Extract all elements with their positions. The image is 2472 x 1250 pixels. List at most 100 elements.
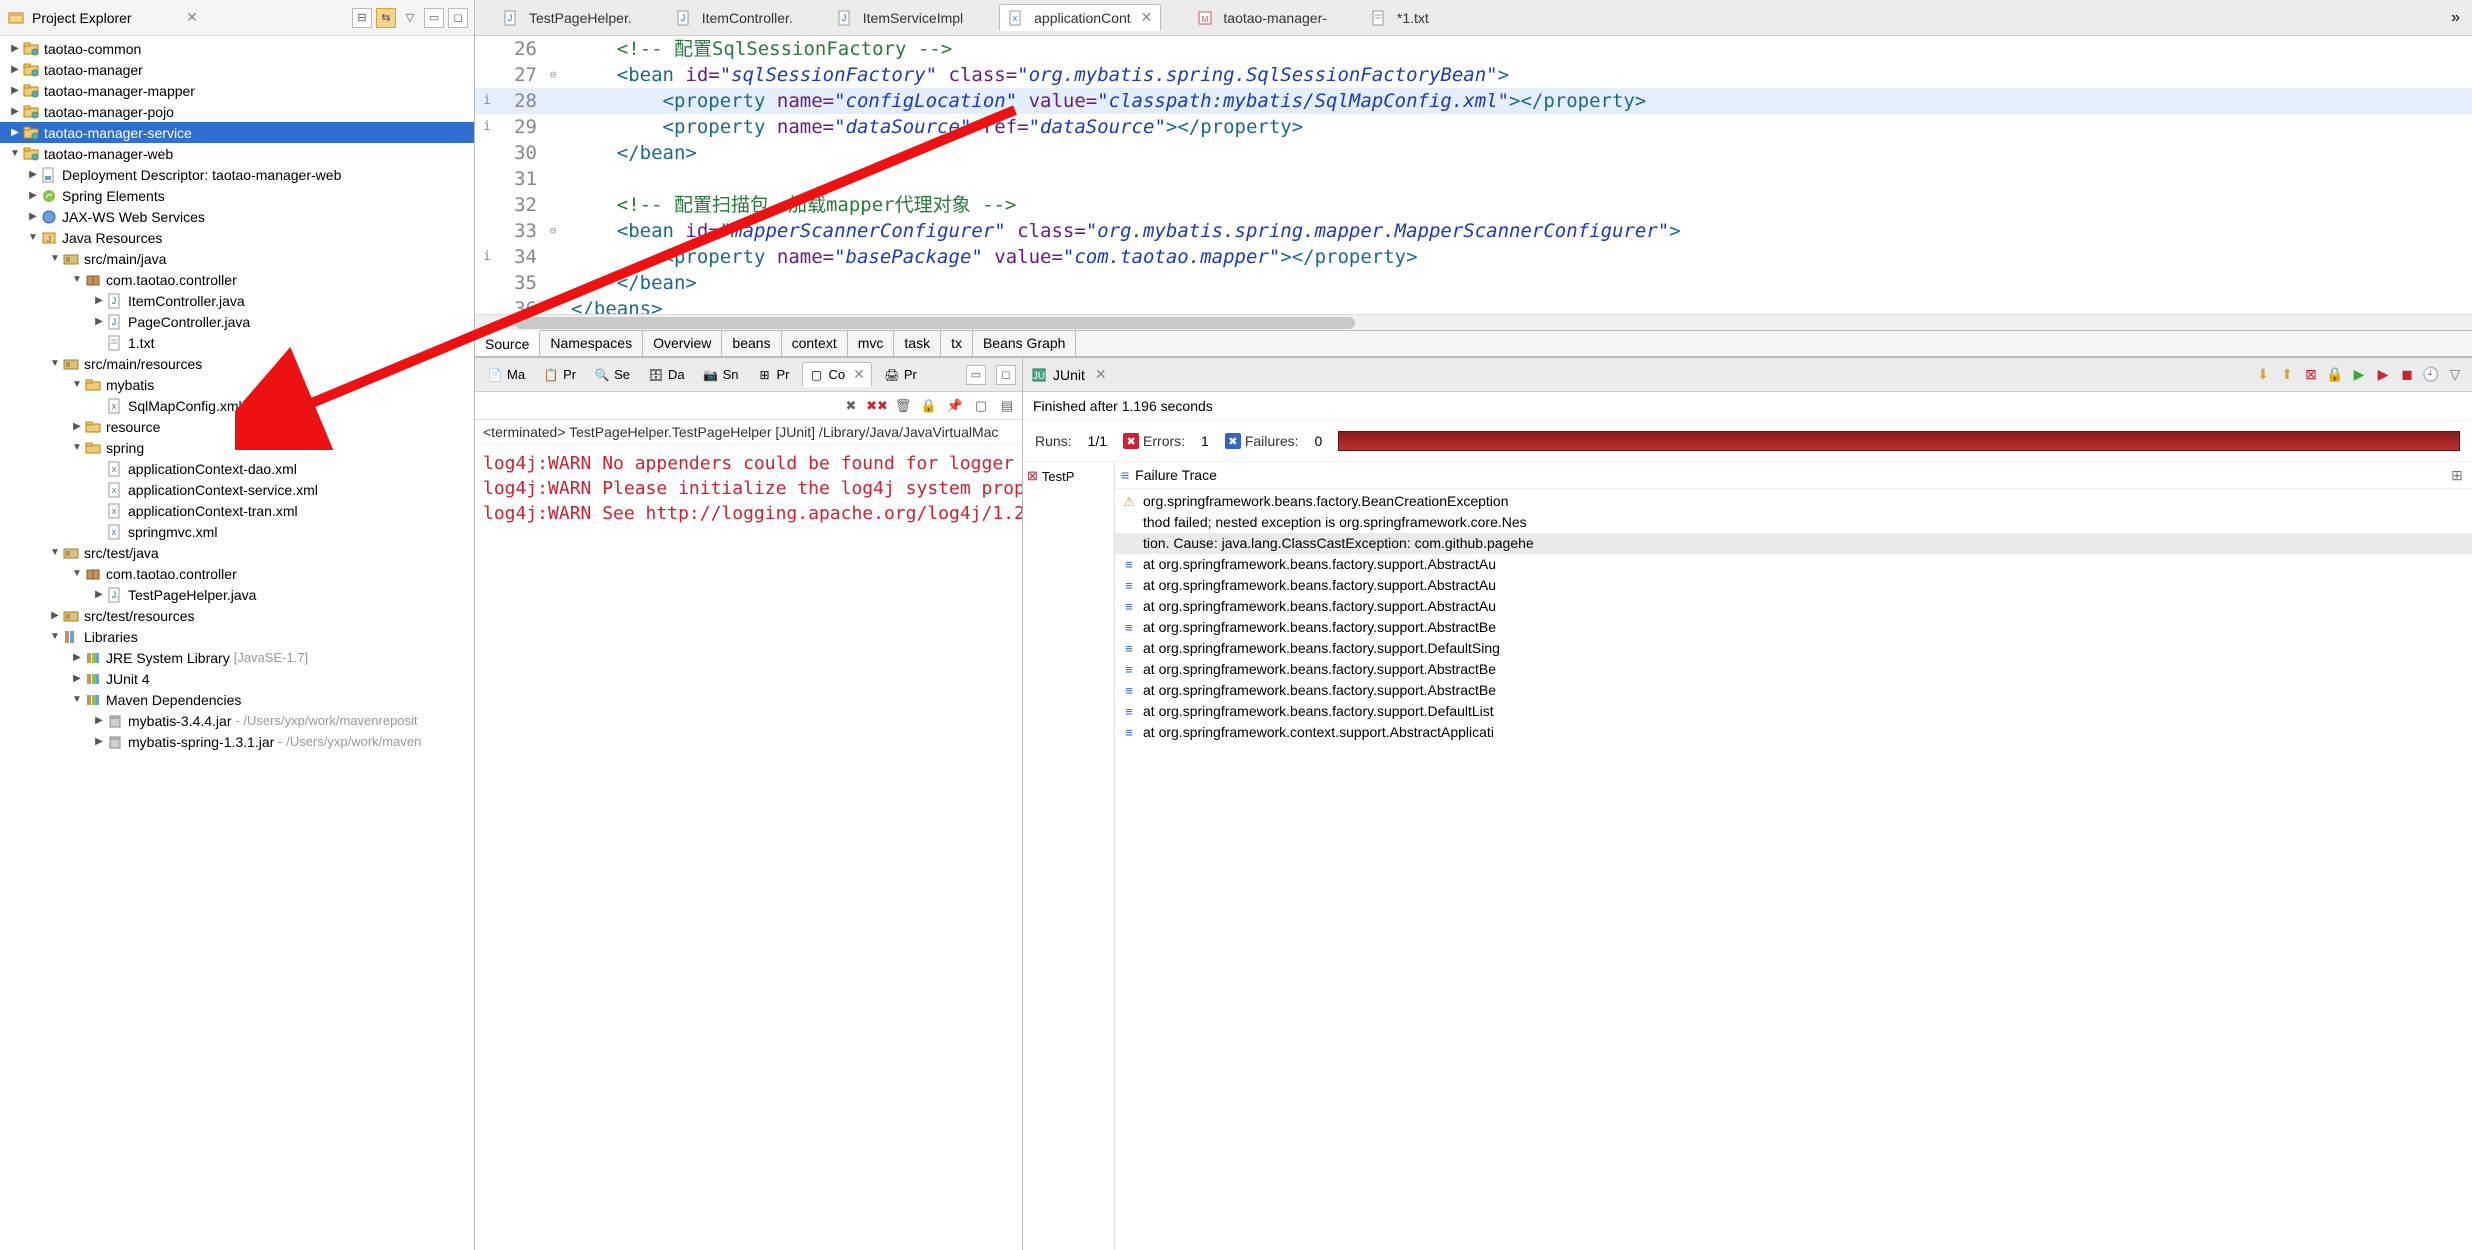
maximize-button[interactable]: ◻ (448, 8, 468, 28)
tree-item[interactable]: ▼Libraries (0, 626, 474, 647)
stop-icon[interactable]: ◼ (2398, 366, 2416, 384)
twisty-icon[interactable]: ▶ (92, 736, 106, 747)
maximize-button[interactable]: ◻ (996, 365, 1016, 385)
rerun-test-icon[interactable]: ▶ (2350, 366, 2368, 384)
menu-icon[interactable]: ▽ (2446, 366, 2464, 384)
code-editor[interactable]: 26 <!-- 配置SqlSessionFactory -->27⊖ <bean… (475, 36, 2472, 356)
tree-item[interactable]: ▶JAX-WS Web Services (0, 206, 474, 227)
twisty-icon[interactable]: ▶ (8, 127, 22, 138)
code-line[interactable]: <property name="configLocation" value="c… (563, 88, 2472, 114)
editor-subtab[interactable]: mvc (848, 331, 895, 356)
editor-subtab[interactable]: context (782, 331, 848, 356)
twisty-icon[interactable]: ▶ (8, 106, 22, 117)
twisty-icon[interactable]: ▶ (70, 673, 84, 684)
twisty-icon[interactable]: ▼ (8, 148, 22, 159)
failure-trace-list[interactable]: ⚠org.springframework.beans.factory.BeanC… (1115, 489, 2472, 1250)
tree-item[interactable]: ▼com.taotao.controller (0, 269, 474, 290)
minimize-button[interactable]: ▭ (966, 365, 986, 385)
prev-failure-icon[interactable]: ⬆ (2278, 366, 2296, 384)
junit-close-icon[interactable]: ✕ (1095, 366, 1107, 383)
bottom-tab[interactable]: 🖨Pr (878, 364, 923, 386)
twisty-icon[interactable]: ▼ (70, 274, 84, 285)
twisty-icon[interactable]: ▼ (70, 379, 84, 390)
trace-line[interactable]: ≡at org.springframework.beans.factory.su… (1115, 617, 2472, 638)
code-line[interactable]: <!-- 配置扫描包，加载mapper代理对象 --> (563, 192, 2472, 218)
tree-item[interactable]: ▶resource (0, 416, 474, 437)
editor-tab[interactable]: JTestPageHelper. (495, 6, 640, 30)
tree-item[interactable]: XapplicationContext-tran.xml (0, 500, 474, 521)
trace-line[interactable]: ≡at org.springframework.beans.factory.su… (1115, 638, 2472, 659)
trace-line[interactable]: ≡at org.springframework.beans.factory.su… (1115, 575, 2472, 596)
code-line[interactable]: <bean id="sqlSessionFactory" class="org.… (563, 62, 2472, 88)
explorer-close-icon[interactable]: ✕ (186, 9, 198, 26)
editor-subtab[interactable]: Namespaces (540, 331, 643, 356)
twisty-icon[interactable]: ▼ (48, 358, 62, 369)
bottom-tab[interactable]: 🗄Da (642, 364, 691, 386)
code-line[interactable]: </beans> (563, 296, 2472, 314)
editor-tab[interactable]: JItemServiceImpl (829, 6, 971, 30)
tree-item[interactable]: ▶taotao-manager-service (0, 122, 474, 143)
fold-icon[interactable]: ⊖ (543, 62, 563, 88)
tree-item[interactable]: ▶JUnit 4 (0, 668, 474, 689)
twisty-icon[interactable]: ▶ (26, 190, 40, 201)
display-select-icon[interactable]: ▢ (972, 397, 990, 415)
trace-line[interactable]: ≡at org.springframework.beans.factory.su… (1115, 680, 2472, 701)
trace-line[interactable]: ≡at org.springframework.beans.factory.su… (1115, 554, 2472, 575)
editor-subtab[interactable]: Beans Graph (973, 331, 1077, 356)
bottom-tab[interactable]: 📋Pr (537, 364, 582, 386)
tree-item[interactable]: ▼Maven Dependencies (0, 689, 474, 710)
collapse-all-button[interactable]: ⊟ (352, 8, 372, 28)
bottom-tab[interactable]: ⊞Pr (751, 364, 796, 386)
close-icon[interactable]: ✕ (1141, 9, 1153, 26)
fold-icon[interactable]: ⊖ (543, 218, 563, 244)
editor-tab[interactable]: Mtaotao-manager- (1189, 6, 1335, 30)
bottom-tab[interactable]: 📷Sn (697, 364, 745, 386)
tree-item[interactable]: XSqlMapConfig.xml (0, 395, 474, 416)
tree-item[interactable]: ▼spring (0, 437, 474, 458)
horizontal-scrollbar[interactable] (475, 314, 2472, 330)
bottom-tab[interactable]: 🔍Se (588, 364, 636, 386)
tree-item[interactable]: ▶src/test/resources (0, 605, 474, 626)
trace-line[interactable]: thod failed; nested exception is org.spr… (1115, 512, 2472, 533)
view-menu-button[interactable]: ▽ (400, 8, 420, 28)
code-line[interactable]: <!-- 配置SqlSessionFactory --> (563, 36, 2472, 62)
twisty-icon[interactable]: ▶ (26, 169, 40, 180)
editor-tab[interactable]: XapplicationCont✕ (999, 4, 1161, 31)
link-editor-button[interactable]: ⇆ (376, 8, 396, 28)
tree-item[interactable]: ▼taotao-manager-web (0, 143, 474, 164)
history-icon[interactable]: 🕘 (2422, 366, 2440, 384)
code-line[interactable] (563, 166, 2472, 192)
twisty-icon[interactable]: ▶ (26, 211, 40, 222)
compare-icon[interactable]: ⊞ (2448, 466, 2466, 484)
twisty-icon[interactable]: ▶ (48, 610, 62, 621)
scroll-lock-icon[interactable]: 🔒 (920, 397, 938, 415)
trace-line[interactable]: ≡at org.springframework.beans.factory.su… (1115, 659, 2472, 680)
tree-item[interactable]: ▶taotao-manager (0, 59, 474, 80)
tree-item[interactable]: ▼mybatis (0, 374, 474, 395)
bottom-tab[interactable]: 📄Ma (481, 364, 531, 386)
editor-subtab[interactable]: Source (475, 330, 540, 356)
tree-item[interactable]: ▶mybatis-3.4.4.jar- /Users/yxp/work/mave… (0, 710, 474, 731)
clear-console-icon[interactable]: 🗑 (894, 397, 912, 415)
open-console-icon[interactable]: ▤ (998, 397, 1016, 415)
editor-tab[interactable]: *1.txt (1363, 6, 1437, 30)
twisty-icon[interactable]: ▼ (70, 568, 84, 579)
tree-item[interactable]: ▶JItemController.java (0, 290, 474, 311)
tree-item[interactable]: Xspringmvc.xml (0, 521, 474, 542)
remove-all-icon[interactable]: ✖✖ (868, 397, 886, 415)
show-failures-icon[interactable]: ⊠ (2302, 366, 2320, 384)
twisty-icon[interactable]: ▶ (92, 715, 106, 726)
trace-line[interactable]: ≡at org.springframework.beans.factory.su… (1115, 701, 2472, 722)
trace-line[interactable]: ≡at org.springframework.beans.factory.su… (1115, 596, 2472, 617)
tree-item[interactable]: ▶taotao-manager-mapper (0, 80, 474, 101)
twisty-icon[interactable]: ▶ (8, 85, 22, 96)
editor-tab[interactable]: JItemController. (668, 6, 801, 30)
scroll-lock-icon[interactable]: 🔒 (2326, 366, 2344, 384)
remove-launch-icon[interactable]: ✖ (842, 397, 860, 415)
tree-item[interactable]: ▶JPageController.java (0, 311, 474, 332)
more-tabs-icon[interactable]: » (2451, 9, 2460, 27)
twisty-icon[interactable]: ▼ (48, 253, 62, 264)
code-line[interactable]: <property name="basePackage" value="com.… (563, 244, 2472, 270)
tree-item[interactable]: ▼com.taotao.controller (0, 563, 474, 584)
tree-item[interactable]: ▶mybatis-spring-1.3.1.jar- /Users/yxp/wo… (0, 731, 474, 752)
